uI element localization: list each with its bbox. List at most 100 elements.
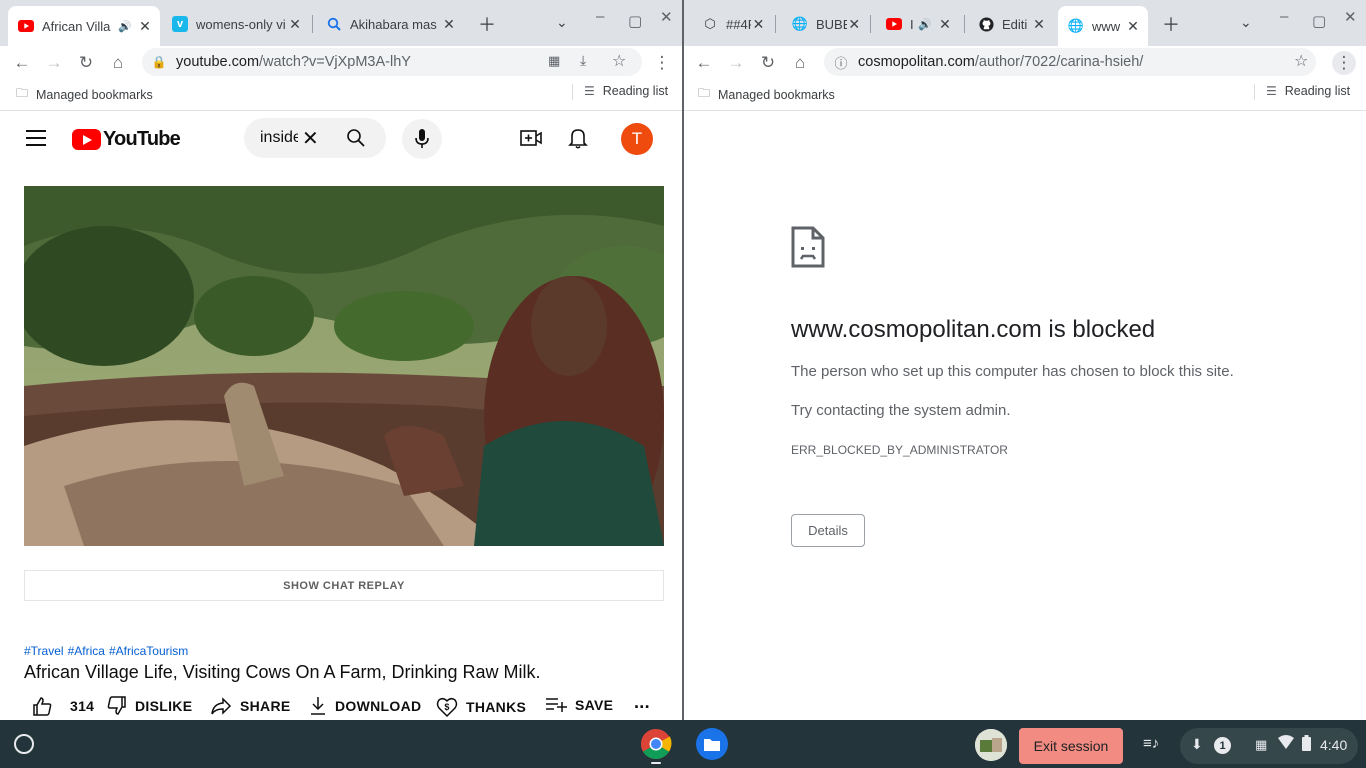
battery-icon [1302, 735, 1311, 754]
bookmark-star-icon[interactable]: ☆ [612, 51, 626, 71]
forward-icon[interactable]: → [724, 51, 748, 75]
search-input[interactable]: inside [260, 129, 298, 147]
managed-bookmarks[interactable]: 🗀 Managed bookmarks [698, 84, 835, 105]
media-controls-icon[interactable]: ≡♪ [1143, 735, 1159, 752]
tab-title: www [1092, 18, 1121, 34]
tab-youtube-audio[interactable]: I 🔊 ✕ [876, 8, 960, 40]
menu-kebab-icon[interactable]: ⋮ [1332, 51, 1356, 75]
minimize-icon[interactable]: – [596, 8, 604, 25]
notifications-bell-icon[interactable] [568, 127, 588, 154]
thanks-button[interactable]: $ THANKS [436, 696, 526, 718]
youtube-logo[interactable]: YouTube [72, 128, 181, 151]
holding-space-thumbnail[interactable] [975, 729, 1007, 761]
back-icon[interactable]: ← [692, 51, 716, 75]
video-player[interactable] [24, 186, 664, 546]
shelf [0, 720, 1366, 768]
hashtag-link[interactable]: #AfricaTourism [109, 644, 188, 658]
dislike-button[interactable]: DISLIKE [107, 696, 192, 716]
notification-count-badge[interactable]: 1 [1214, 737, 1231, 754]
tab-title: womens-only vi [196, 16, 286, 32]
speaker-icon[interactable]: 🔊 [118, 20, 132, 33]
hashtag-link[interactable]: #Africa [68, 644, 105, 658]
new-tab-icon[interactable]: ＋ [1162, 11, 1180, 37]
home-icon[interactable]: ⌂ [788, 51, 812, 75]
clear-search-icon[interactable]: ✕ [302, 126, 319, 151]
reading-list[interactable]: ☰ Reading list [584, 84, 668, 98]
close-tab-icon[interactable]: ✕ [440, 16, 458, 33]
tab-codepen[interactable]: ⬡ ##4F ✕ [692, 8, 772, 40]
close-window-icon[interactable]: ✕ [1344, 8, 1357, 26]
globe-icon: 🌐 [1067, 18, 1085, 33]
microphone-icon[interactable] [402, 119, 442, 159]
tab-african-village[interactable]: African Villa 🔊 ✕ [8, 6, 160, 46]
save-label: SAVE [575, 697, 614, 713]
close-tab-icon[interactable]: ✕ [286, 16, 304, 33]
like-count: 314 [70, 698, 95, 714]
download-status-icon[interactable]: ⬇ [1191, 736, 1203, 753]
bookmarks-bar: 🗀 Managed bookmarks ☰ Reading list [0, 80, 682, 104]
reload-icon[interactable]: ↻ [74, 51, 98, 75]
address-bar[interactable]: ⓘ cosmopolitan.com/author/7022/carina-hs… [824, 48, 1316, 76]
tab-strip: ⬡ ##4F ✕ 🌐 BUBB ✕ I 🔊 ✕ Editi ✕ [684, 0, 1366, 46]
video-frame [24, 186, 664, 546]
speaker-icon[interactable]: 🔊 [918, 18, 932, 31]
tab-bubb[interactable]: 🌐 BUBB ✕ [782, 8, 868, 40]
close-tab-icon[interactable]: ✕ [136, 18, 154, 35]
tab-search-chevron-icon[interactable]: ⌄ [1240, 14, 1252, 31]
tab-search-chevron-icon[interactable]: ⌄ [556, 14, 568, 31]
install-icon[interactable]: ⤓ [580, 52, 586, 69]
minimize-icon[interactable]: – [1280, 8, 1288, 25]
tab-title: African Villa [42, 18, 111, 34]
bookmark-star-icon[interactable]: ☆ [1294, 51, 1308, 71]
new-tab-icon[interactable]: ＋ [478, 11, 496, 37]
menu-kebab-icon[interactable]: ⋮ [650, 51, 674, 75]
reading-list[interactable]: ☰ Reading list [1266, 84, 1350, 98]
hamburger-menu-icon[interactable] [26, 130, 46, 146]
close-tab-icon[interactable]: ✕ [847, 16, 863, 33]
clock[interactable]: 4:40 [1320, 737, 1347, 753]
download-button[interactable]: DOWNLOAD [309, 696, 421, 716]
share-button[interactable]: SHARE [210, 696, 291, 716]
chrome-icon[interactable] [640, 728, 672, 765]
details-button[interactable]: Details [791, 514, 865, 547]
save-button[interactable]: SAVE [545, 696, 613, 714]
avatar[interactable]: T [621, 123, 653, 155]
toolbar: ← → ↻ ⌂ 🔒 youtube.com/watch?v=VjXpM3A-lh… [0, 46, 682, 80]
files-app-icon[interactable] [696, 728, 728, 760]
close-window-icon[interactable]: ✕ [660, 8, 673, 26]
tab-github-edit[interactable]: Editi ✕ [968, 8, 1054, 40]
reading-list-icon: ☰ [1266, 84, 1277, 98]
hashtag-link[interactable]: #Travel [24, 644, 64, 658]
managed-bookmarks-label: Managed bookmarks [36, 87, 153, 102]
show-chat-replay-button[interactable]: SHOW CHAT REPLAY [24, 570, 664, 601]
thanks-label: THANKS [466, 699, 527, 715]
tab-akihabara[interactable]: Akihabara mas ✕ [316, 8, 464, 40]
maximize-icon[interactable]: ▢ [628, 12, 642, 30]
tab-cosmopolitan[interactable]: 🌐 www ✕ [1058, 6, 1148, 46]
like-button[interactable]: 314 [32, 696, 94, 716]
share-icon [211, 697, 232, 715]
search-box[interactable]: inside ✕ [244, 118, 386, 158]
exit-session-button[interactable]: Exit session [1019, 728, 1123, 764]
search-icon[interactable] [346, 128, 366, 153]
forward-icon[interactable]: → [42, 51, 66, 75]
thumbs-up-icon [33, 697, 52, 716]
create-video-icon[interactable] [520, 128, 542, 153]
back-icon[interactable]: ← [10, 51, 34, 75]
close-tab-icon[interactable]: ✕ [1124, 18, 1142, 35]
address-bar[interactable]: 🔒 youtube.com/watch?v=VjXpM3A-lhY ▦ ⤓ ☆ [142, 48, 642, 76]
tab-womens-only[interactable]: v womens-only vi ✕ [162, 8, 310, 40]
more-actions-icon[interactable]: ... [634, 692, 650, 713]
maximize-icon[interactable]: ▢ [1312, 12, 1326, 30]
reload-icon[interactable]: ↻ [756, 51, 780, 75]
managed-bookmarks[interactable]: 🗀 Managed bookmarks [16, 84, 153, 105]
qr-code-icon[interactable]: ▦ [548, 53, 560, 69]
close-tab-icon[interactable]: ✕ [751, 16, 766, 33]
close-tab-icon[interactable]: ✕ [1030, 16, 1048, 33]
youtube-wordmark: YouTube [103, 128, 181, 150]
home-icon[interactable]: ⌂ [106, 51, 130, 75]
launcher-icon[interactable] [14, 734, 34, 754]
tab-title: Editi [1002, 16, 1028, 32]
sad-file-icon [791, 226, 825, 273]
close-tab-icon[interactable]: ✕ [936, 16, 954, 33]
